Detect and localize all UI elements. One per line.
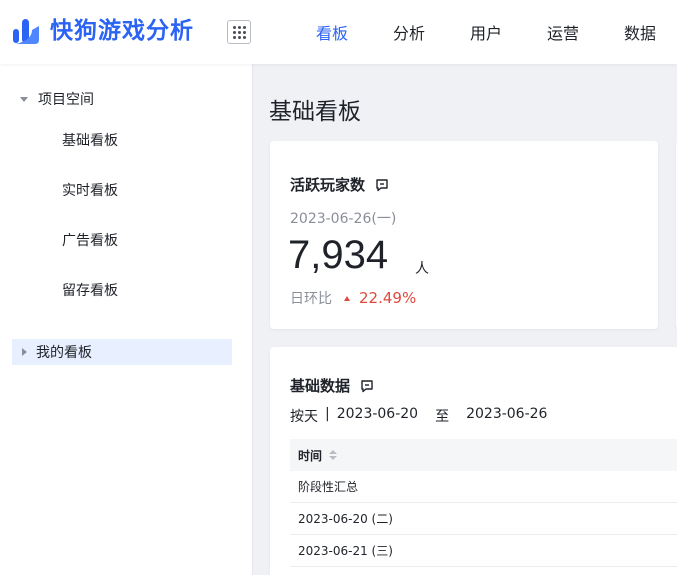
comment-icon[interactable]: [360, 379, 374, 393]
sidebar-item-ad-board[interactable]: 广告看板: [62, 230, 118, 250]
kpi-card-active-players: 活跃玩家数 2023-06-26(一) 7,934 人 日环比 22.49%: [270, 141, 658, 329]
basic-title-row: 基础数据: [290, 375, 374, 396]
arrow-up-icon: [344, 295, 350, 301]
top-header: 快狗游戏分析 看板 分析 用户 运营 数据: [0, 0, 677, 64]
kpi-title-row: 活跃玩家数: [290, 174, 389, 195]
nav-analysis[interactable]: 分析: [393, 0, 425, 64]
sort-icon[interactable]: [329, 450, 338, 460]
table-row: 阶段性汇总: [290, 471, 677, 503]
table-header: 时间: [290, 439, 677, 471]
caret-right-icon: [22, 348, 27, 356]
nav-operations[interactable]: 运营: [547, 0, 579, 64]
tree-group-label: 项目空间: [38, 92, 94, 108]
caret-down-icon: [20, 96, 28, 102]
range-separator: |: [325, 406, 330, 422]
sidebar-item-retention-board[interactable]: 留存看板: [62, 280, 118, 300]
kpi-date: 2023-06-26(一): [290, 211, 397, 227]
range-to: 至: [435, 409, 450, 425]
app-name: 快狗游戏分析: [50, 18, 194, 44]
kpi-compare-label: 日环比: [290, 291, 332, 307]
kpi-compare-value: 22.49%: [359, 289, 417, 307]
tree-my-group-label: 我的看板: [36, 345, 92, 361]
logo-icon: [13, 19, 39, 44]
nav-dashboard[interactable]: 看板: [316, 0, 348, 64]
app-logo[interactable]: 快狗游戏分析: [12, 16, 194, 46]
kpi-title: 活跃玩家数: [290, 176, 366, 194]
date-range[interactable]: 按天 | 2023-06-20 至 2023-06-26: [290, 406, 547, 426]
table-row: 2023-06-21 (三): [290, 535, 677, 567]
nav-users[interactable]: 用户: [470, 0, 502, 64]
nav-data[interactable]: 数据: [624, 0, 656, 64]
app-switcher-icon[interactable]: [227, 20, 251, 44]
basic-title: 基础数据: [290, 377, 351, 395]
sidebar: 项目空间 基础看板 实时看板 广告看板 留存看板 我的看板: [0, 64, 253, 575]
kpi-compare: 日环比 22.49%: [290, 288, 416, 308]
kpi-unit: 人: [415, 261, 429, 277]
tree-project-space[interactable]: 项目空间: [12, 86, 232, 112]
sidebar-item-realtime-board[interactable]: 实时看板: [62, 180, 118, 200]
granularity[interactable]: 按天: [290, 406, 318, 426]
page-title: 基础看板: [269, 99, 361, 125]
table-row: 2023-06-20 (二): [290, 503, 677, 535]
comment-icon[interactable]: [375, 178, 389, 192]
kpi-value: 7,934: [288, 233, 389, 277]
sidebar-item-basic-board[interactable]: 基础看板: [62, 130, 118, 150]
range-end[interactable]: 2023-06-26: [466, 406, 547, 426]
basic-data-table: 时间 阶段性汇总 2023-06-20 (二) 2023-06-21 (三): [290, 439, 677, 567]
column-header-time[interactable]: 时间: [298, 447, 322, 464]
range-start[interactable]: 2023-06-20: [337, 406, 418, 426]
basic-data-card: 基础数据 按天 | 2023-06-20 至 2023-06-26 时间 阶段性…: [270, 347, 677, 575]
tree-my-boards[interactable]: 我的看板: [12, 339, 232, 365]
